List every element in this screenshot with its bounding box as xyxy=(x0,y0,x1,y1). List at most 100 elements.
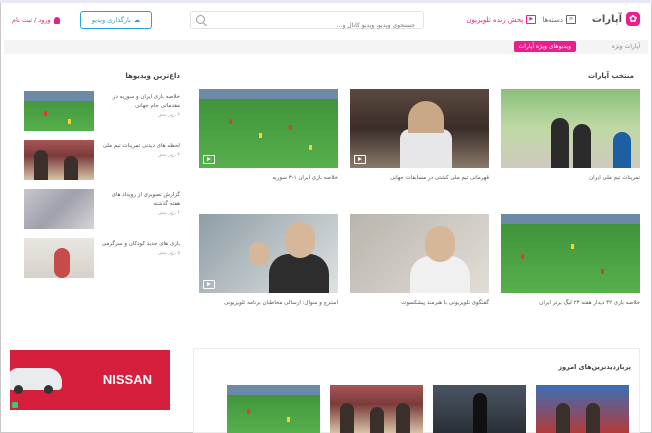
nav-categories[interactable]: ≡ دسته‌ها xyxy=(542,15,576,24)
upload-icon: ☁ xyxy=(133,16,141,24)
side-video-title[interactable]: خلاصه بازی ایران و سوریه در مقدماتی جام … xyxy=(113,94,180,109)
search-input[interactable] xyxy=(213,17,417,34)
thumb-figure xyxy=(586,403,600,433)
video-card[interactable]: تمرینات تیم ملی ایران xyxy=(501,89,640,183)
video-thumbnail[interactable] xyxy=(227,385,320,433)
video-thumbnail[interactable] xyxy=(199,214,338,293)
upload-button[interactable]: ☁ بارگذاری ویدیو xyxy=(80,11,152,29)
side-thumbnail[interactable] xyxy=(24,91,94,131)
thumb-figure xyxy=(54,248,70,278)
thumb-figure xyxy=(551,118,569,168)
thumb-figure xyxy=(340,403,354,433)
car-image xyxy=(10,368,62,394)
login-link[interactable]: ورود / ثبت نام xyxy=(12,16,60,24)
login-label: ورود / ثبت نام xyxy=(12,16,51,24)
thumb-figure xyxy=(249,242,269,266)
featured-section-title: منتخب آپارات xyxy=(587,72,634,80)
thumb-player xyxy=(68,119,71,124)
side-video-text: خلاصه بازی ایران و سوریه در مقدماتی جام … xyxy=(100,93,180,120)
trending-title: داغ‌ترین ویدیوها xyxy=(125,72,180,80)
nav-categories-label: دسته‌ها xyxy=(542,15,563,24)
video-thumbnail[interactable] xyxy=(199,89,338,168)
thumb-figure xyxy=(396,403,410,433)
main-nav: ≡ دسته‌ها ▶ پخش زنده تلویزیون xyxy=(466,15,576,24)
side-video-item[interactable]: گزارش تصویری از رویداد های هفته گذشته ۴ … xyxy=(24,189,180,229)
ad-banner[interactable]: NISSAN xyxy=(10,350,170,410)
video-thumbnail[interactable] xyxy=(350,214,489,293)
search-box xyxy=(190,11,424,34)
thumb-figure xyxy=(408,101,444,133)
trending-sidebar: داغ‌ترین ویدیوها خلاصه بازی ایران و سوری… xyxy=(8,56,180,286)
ad-badge-icon xyxy=(12,402,18,408)
featured-section: منتخب آپارات تمرینات تیم ملی ایران قهرما… xyxy=(193,56,640,318)
side-video-meta: ۳ روز پیش xyxy=(157,152,180,158)
nav-live-tv[interactable]: ▶ پخش زنده تلویزیون xyxy=(466,15,537,24)
side-video-item[interactable]: لحظه های دیدنی تمرینات تیم ملی ۳ روز پیش xyxy=(24,140,180,180)
video-thumbnail[interactable] xyxy=(330,385,423,433)
breadcrumb[interactable]: آپارات ویژه xyxy=(612,43,640,50)
thumb-figure xyxy=(556,403,570,433)
video-thumbnail[interactable] xyxy=(433,385,526,433)
video-thumbnail[interactable] xyxy=(501,89,640,168)
video-thumbnail[interactable] xyxy=(536,385,629,433)
video-card[interactable]: استرچ و سوال: ارسالی مخاطبان برنامه تلوی… xyxy=(199,214,338,308)
side-thumbnail[interactable] xyxy=(24,189,94,229)
video-caption[interactable]: قهرمانی تیم ملی کشتی در مسابقات جهانی xyxy=(350,173,489,183)
thumb-figure xyxy=(473,393,487,433)
thumb-figure xyxy=(285,222,315,258)
sub-bar: آپارات ویژه ویدیوهای ویژه آپارات xyxy=(4,40,648,54)
video-caption[interactable]: خلاصه بازی ایران ۱-۳ سوریه xyxy=(199,173,338,183)
thumb-player xyxy=(287,417,290,422)
side-video-item[interactable]: بازی های جدید کودکان و سرگرمی ۵ روز پیش xyxy=(24,238,180,278)
header: ✿ آپارات ≡ دسته‌ها ▶ پخش زنده تلویزیون ☁… xyxy=(4,6,648,40)
upload-label: بارگذاری ویدیو xyxy=(91,16,131,24)
ad-brand: NISSAN xyxy=(102,372,152,387)
thumb-player xyxy=(289,125,292,130)
side-thumbnail[interactable] xyxy=(24,238,94,278)
play-icon xyxy=(203,155,215,164)
play-icon xyxy=(203,280,215,289)
user-icon xyxy=(53,16,60,24)
thumb-player xyxy=(229,119,232,124)
video-caption[interactable]: تمرینات تیم ملی ایران xyxy=(501,173,640,183)
video-caption[interactable]: گفتگوی تلویزیونی با هنرمند پیشکسوت xyxy=(350,298,489,308)
thumb-player xyxy=(601,269,604,274)
tv-icon: ▶ xyxy=(526,15,537,24)
video-card[interactable]: قهرمانی تیم ملی کشتی در مسابقات جهانی xyxy=(350,89,489,183)
video-caption[interactable]: استرچ و سوال: ارسالی مخاطبان برنامه تلوی… xyxy=(199,298,338,308)
thumb-player xyxy=(309,145,312,150)
logo-text: آپارات xyxy=(591,13,622,25)
side-video-meta: ۵ روز پیش xyxy=(157,250,180,256)
thumb-player xyxy=(247,409,250,414)
nav-live-tv-label: پخش زنده تلویزیون xyxy=(466,15,524,24)
most-viewed-section: پربازدیدترین‌های امروز xyxy=(193,348,640,433)
video-card[interactable]: گفتگوی تلویزیونی با هنرمند پیشکسوت xyxy=(350,214,489,308)
search-icon[interactable] xyxy=(196,15,205,24)
thumb-figure xyxy=(34,150,48,180)
top-strip xyxy=(0,0,652,3)
most-viewed-title: پربازدیدترین‌های امروز xyxy=(558,363,631,371)
video-caption[interactable]: خلاصه بازی ۳۲ دیدار هفته ۲۳ لیگ برتر ایر… xyxy=(501,298,640,308)
play-icon xyxy=(354,155,366,164)
side-thumbnail[interactable] xyxy=(24,140,94,180)
side-video-text: گزارش تصویری از رویداد های هفته گذشته ۴ … xyxy=(100,191,180,218)
side-video-title[interactable]: گزارش تصویری از رویداد های هفته گذشته xyxy=(112,192,180,207)
thumb-figure xyxy=(64,156,78,180)
side-video-title[interactable]: لحظه های دیدنی تمرینات تیم ملی xyxy=(103,143,180,149)
side-video-item[interactable]: خلاصه بازی ایران و سوریه در مقدماتی جام … xyxy=(24,91,180,131)
video-thumbnail[interactable] xyxy=(501,214,640,293)
thumb-figure xyxy=(425,226,455,262)
thumb-figure xyxy=(400,129,452,168)
thumb-figure xyxy=(573,124,591,168)
thumb-player xyxy=(259,133,262,138)
side-video-title[interactable]: بازی های جدید کودکان و سرگرمی xyxy=(102,241,180,247)
featured-tag[interactable]: ویدیوهای ویژه آپارات xyxy=(513,41,576,52)
side-video-text: بازی های جدید کودکان و سرگرمی ۵ روز پیش xyxy=(100,240,180,258)
video-card[interactable]: خلاصه بازی ۳۲ دیدار هفته ۲۳ لیگ برتر ایر… xyxy=(501,214,640,308)
site-logo[interactable]: ✿ آپارات xyxy=(592,12,640,26)
video-card[interactable]: خلاصه بازی ایران ۱-۳ سوریه xyxy=(199,89,338,183)
video-thumbnail[interactable] xyxy=(350,89,489,168)
menu-icon: ≡ xyxy=(566,15,576,24)
thumb-player xyxy=(521,254,524,259)
logo-icon: ✿ xyxy=(626,12,640,26)
